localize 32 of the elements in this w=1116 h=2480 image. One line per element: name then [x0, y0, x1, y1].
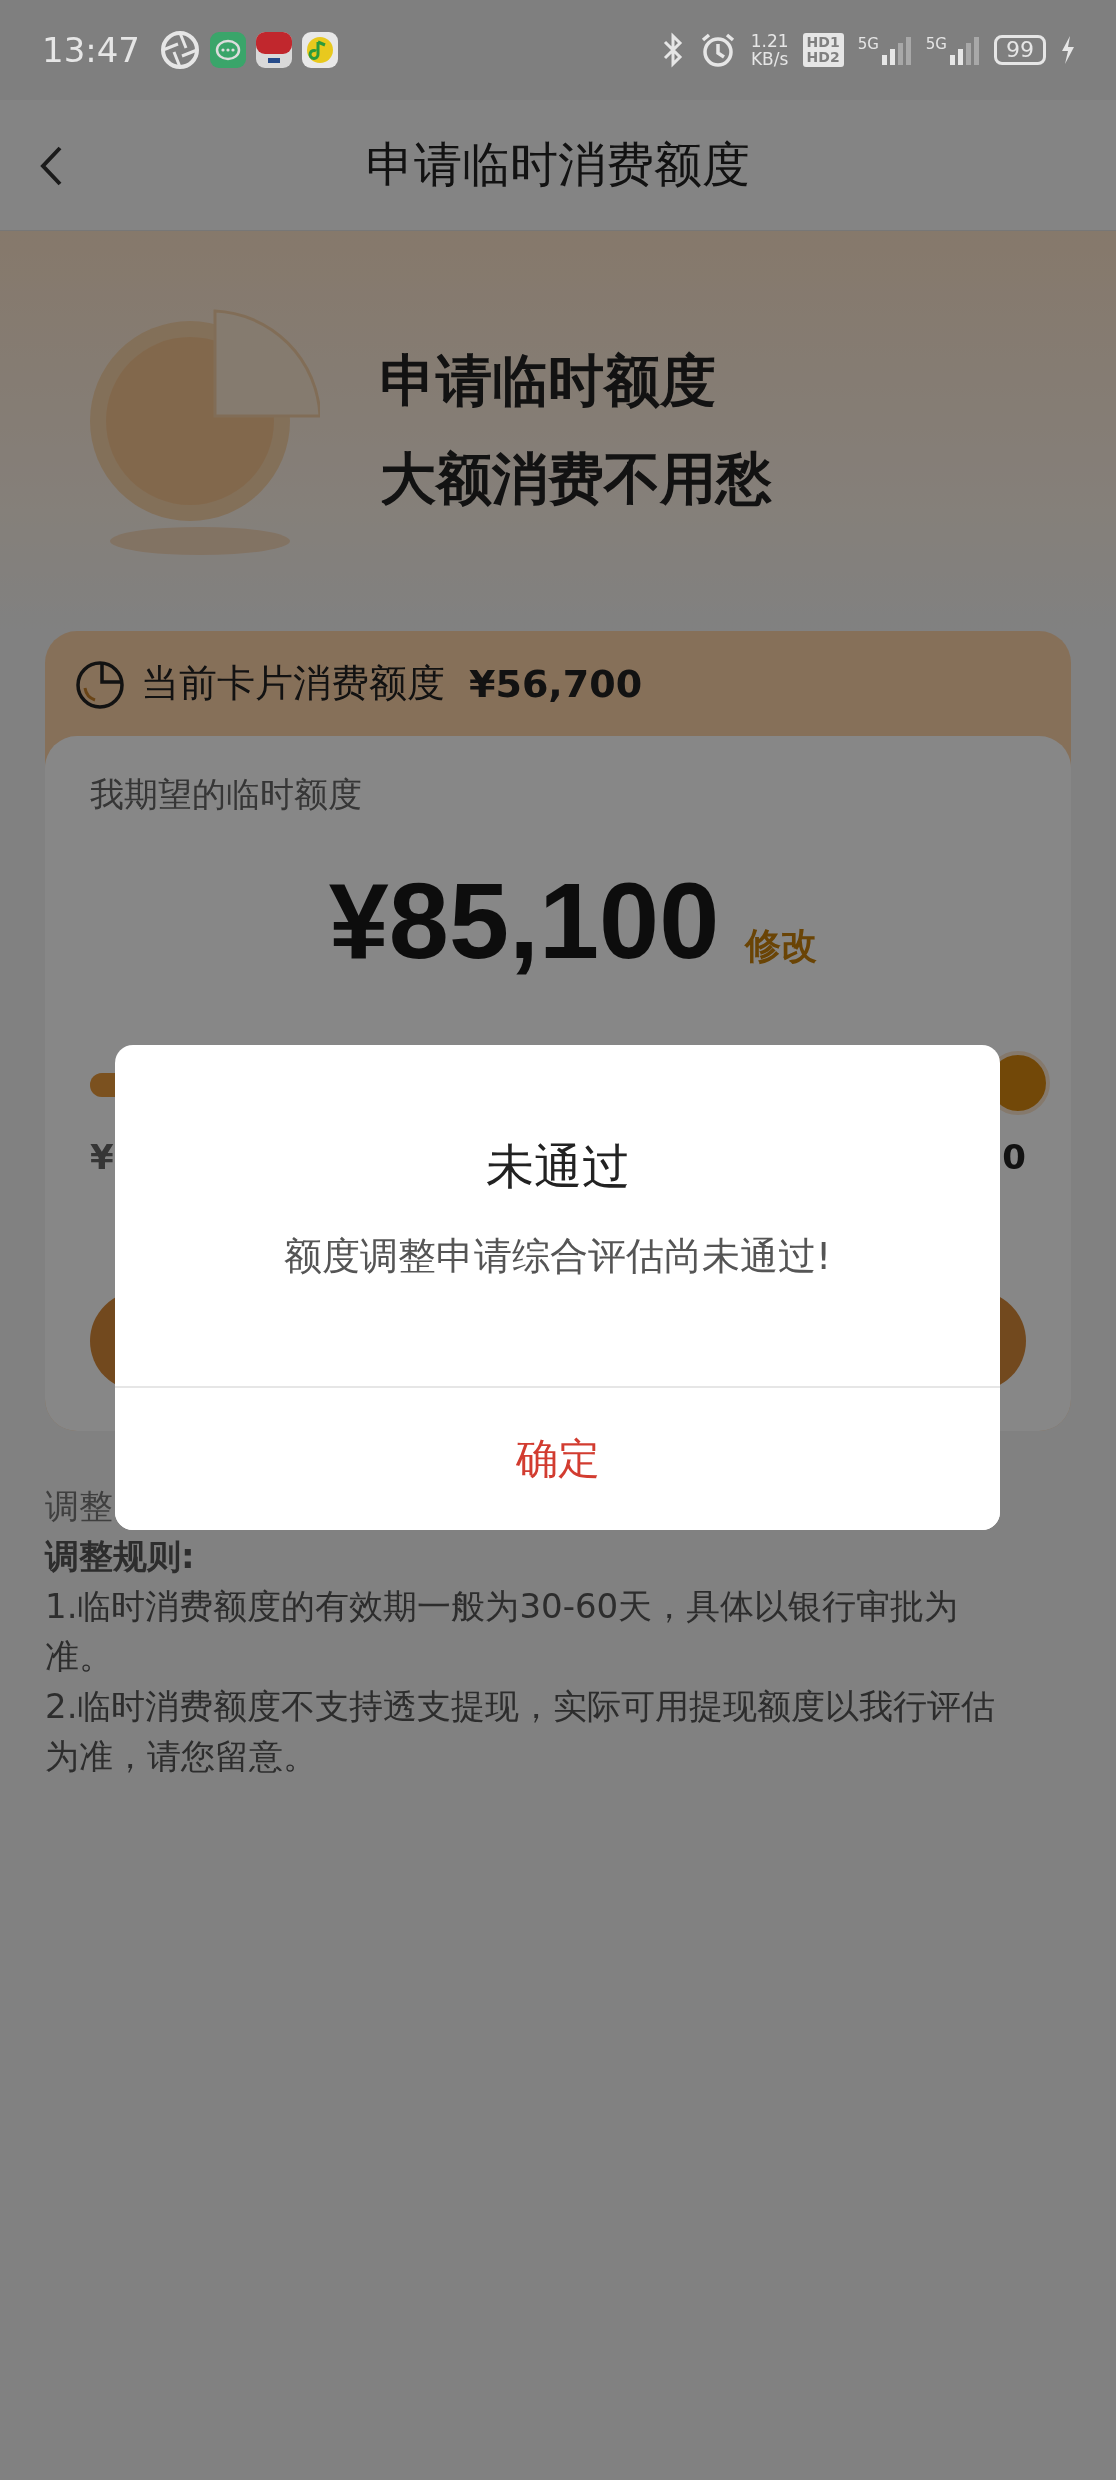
- min-value: ¥: [90, 1137, 114, 1177]
- amount-value: ¥85,100: [328, 859, 720, 983]
- network-speed: 1.21: [750, 32, 789, 50]
- payment-app-icon: [256, 32, 292, 68]
- edit-link[interactable]: 修改: [745, 922, 818, 971]
- chat-app-icon: [210, 32, 246, 68]
- rule-item: 2.临时消费额度不支持透支提现，实际可用提现额度以我行评估为准，请您留意。: [45, 1685, 997, 1778]
- hero-slogan: 申请临时额度: [380, 347, 717, 415]
- rules-heading: 调整规则:: [45, 1535, 196, 1578]
- music-app-icon: [302, 32, 338, 68]
- signal-icon: [950, 35, 980, 65]
- network-type: 5G: [857, 35, 879, 53]
- max-value: 0: [1002, 1137, 1026, 1177]
- rules-heading: 调整: [45, 1485, 114, 1528]
- network-type: 5G: [925, 35, 947, 53]
- rule-item: 1.临时消费额度的有效期一般为30-60天，具体以银行审批为准。: [45, 1585, 960, 1678]
- page-title: 申请临时消费额度: [366, 135, 750, 194]
- hd-badge: HD1 HD2: [802, 33, 844, 67]
- battery-level: 99: [994, 35, 1046, 65]
- signal-icon: [881, 35, 912, 65]
- hero-slogan: 大额消费不用愁: [380, 445, 772, 513]
- limit-amount: ¥56,700: [469, 661, 643, 706]
- limit-label: 当前卡片消费额度: [141, 660, 445, 707]
- field-label: 我期望的临时额度: [90, 773, 363, 816]
- speed-unit: KB/s: [750, 50, 789, 68]
- aperture-icon: [160, 30, 200, 70]
- back-button[interactable]: [38, 144, 64, 188]
- dialog-title: 未通过: [485, 1137, 630, 1196]
- dialog-message: 额度调整申请综合评估尚未通过!: [283, 1233, 832, 1280]
- clock-time: 13:47: [42, 30, 140, 70]
- confirm-button[interactable]: 确定: [115, 1386, 1000, 1530]
- charging-icon: [1060, 36, 1076, 64]
